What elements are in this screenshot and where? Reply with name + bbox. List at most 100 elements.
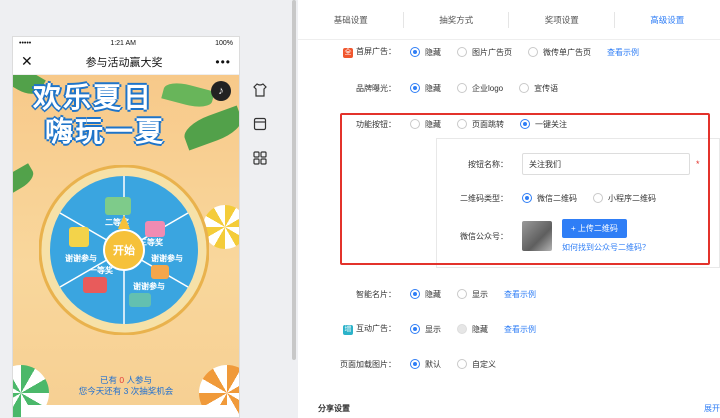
option-label: 隐藏	[425, 83, 441, 93]
brand-exposure-option-hide[interactable]: 隐藏	[410, 83, 441, 94]
smart-card-example-link[interactable]: 查看示例	[504, 289, 536, 300]
first-screen-ad-text: 首屏广告：	[356, 47, 396, 56]
smart-card-option-hide[interactable]: 隐藏	[410, 289, 441, 300]
radio-icon[interactable]	[457, 47, 467, 57]
page-loading-option-custom[interactable]: 自定义	[457, 359, 496, 370]
prize-gift-icon	[69, 227, 89, 247]
radio-icon[interactable]	[457, 289, 467, 299]
interactive-ad-example-link[interactable]: 查看示例	[504, 324, 536, 335]
interactive-ad-text: 互动广告：	[356, 324, 396, 333]
page-loading-image-row: 页面加载图片： 默认 自定义	[298, 354, 720, 374]
brand-exposure-option-logo[interactable]: 企业logo	[457, 83, 503, 94]
grid-icon[interactable]	[250, 148, 270, 168]
participants-count: 0	[119, 375, 125, 385]
tab-prize[interactable]: 奖项设置	[509, 0, 615, 39]
radio-icon[interactable]	[410, 324, 420, 334]
option-label: 隐藏	[425, 289, 441, 299]
preview-side-tools	[250, 80, 272, 182]
brand-exposure-row: 品牌曝光： 隐藏 企业logo 宣传语	[298, 78, 720, 98]
share-settings-title: 分享设置	[318, 404, 350, 413]
option-label: 微传单广告页	[543, 47, 591, 57]
tab-lottery-method[interactable]: 抽奖方式	[404, 0, 510, 39]
highlight-box	[340, 113, 710, 265]
first-screen-ad-label: 全首屏广告：	[298, 46, 410, 58]
participants-line: 已有 0 人参与	[13, 375, 239, 386]
radio-icon[interactable]	[519, 83, 530, 93]
wheel-prize-label: 谢谢参与	[151, 253, 183, 263]
leaf-decoration	[13, 163, 38, 197]
first-screen-ad-example-link[interactable]: 查看示例	[607, 47, 639, 58]
calendar-icon[interactable]	[250, 114, 270, 134]
more-icon[interactable]: •••	[215, 55, 231, 69]
phone-preview: ••••• 1:21 AM 100% ✕ 参与活动赢大奖 ••• 欢乐夏日 嗨玩…	[12, 36, 240, 418]
interactive-ad-option-show[interactable]: 显示	[410, 324, 441, 335]
radio-icon[interactable]	[457, 83, 467, 93]
phone-status-bar: ••••• 1:21 AM 100%	[13, 37, 239, 49]
shirt-icon[interactable]	[250, 80, 270, 100]
brand-exposure-label: 品牌曝光：	[356, 83, 396, 93]
wheel-prize-label: 谢谢参与	[133, 281, 165, 291]
first-screen-ad-option-flyer[interactable]: 微传单广告页	[528, 47, 591, 58]
smart-card-row: 智能名片： 隐藏 显示 查看示例	[298, 284, 720, 304]
option-label: 隐藏	[425, 47, 441, 57]
radio-icon[interactable]	[528, 47, 538, 57]
wheel-prize-label: 一等奖	[89, 265, 114, 275]
participants-prefix: 已有	[99, 375, 117, 385]
activity-poster: 欢乐夏日 嗨玩一夏 ♪ 二等奖 三等奖 谢谢参与 谢谢参与 一等奖 谢谢参与 开…	[13, 75, 239, 417]
preview-scrollbar[interactable]	[292, 0, 296, 360]
wheel-prize-label: 谢谢参与	[65, 253, 97, 263]
radio-icon[interactable]	[410, 359, 420, 369]
participants-suffix: 人参与	[126, 375, 152, 385]
prize-gift-icon	[83, 277, 107, 293]
battery-status: 100%	[215, 39, 233, 47]
option-label: 显示	[425, 324, 441, 334]
option-label: 企业logo	[472, 83, 504, 93]
phone-page-title: 参与活动赢大奖	[85, 56, 163, 69]
page-loading-image-label: 页面加载图片：	[340, 359, 396, 369]
remaining-chances: 您今天还有 3 次抽奖机会	[78, 386, 174, 396]
first-screen-ad-row: 全首屏广告： 隐藏 图片广告页 微传单广告页 查看示例	[298, 42, 720, 62]
first-screen-ad-option-image[interactable]: 图片广告页	[457, 47, 512, 58]
tab-basic[interactable]: 基础设置	[298, 0, 404, 39]
prize-gift-icon	[151, 265, 169, 279]
share-settings-header: 分享设置 展开	[318, 403, 720, 414]
bottom-card	[21, 405, 231, 417]
participation-info: 已有 0 人参与 您今天还有 3 次抽奖机会	[13, 375, 239, 397]
tab-advanced[interactable]: 高级设置	[615, 0, 720, 39]
prize-gift-icon	[145, 221, 165, 237]
interactive-ad-option-hide[interactable]: 隐藏	[457, 324, 488, 335]
close-icon[interactable]: ✕	[21, 53, 33, 70]
prize-gift-icon	[129, 293, 151, 307]
music-icon[interactable]: ♪	[211, 81, 231, 101]
option-label: 自定义	[472, 359, 496, 369]
settings-tabs: 基础设置 抽奖方式 奖项设置 高级设置	[298, 0, 720, 40]
radio-icon[interactable]	[457, 324, 467, 334]
ad-tag-icon: 增	[343, 325, 353, 335]
interactive-ad-label: 增互动广告：	[298, 323, 410, 335]
headline-line1: 欢乐夏日	[33, 82, 154, 113]
radio-icon[interactable]	[457, 359, 467, 369]
lottery-wheel: 二等奖 三等奖 谢谢参与 谢谢参与 一等奖 谢谢参与 开始	[39, 165, 209, 335]
preview-panel: ••••• 1:21 AM 100% ✕ 参与活动赢大奖 ••• 欢乐夏日 嗨玩…	[0, 0, 298, 418]
headline-line2: 嗨玩一夏	[45, 116, 166, 147]
radio-icon[interactable]	[410, 289, 420, 299]
option-label: 默认	[425, 359, 441, 369]
ad-tag-icon: 全	[343, 48, 353, 58]
poster-headline: 欢乐夏日 嗨玩一夏	[33, 81, 205, 149]
radio-icon[interactable]	[410, 47, 420, 57]
status-time: 1:21 AM	[110, 39, 137, 47]
brand-exposure-option-slogan[interactable]: 宣传语	[519, 83, 558, 94]
expand-link[interactable]: 展开	[704, 403, 720, 414]
smart-card-label: 智能名片：	[356, 289, 396, 299]
carrier-dots: •••••	[19, 39, 32, 47]
option-label: 图片广告页	[472, 47, 512, 57]
phone-navbar: ✕ 参与活动赢大奖 •••	[13, 49, 239, 75]
smart-card-option-show[interactable]: 显示	[457, 289, 488, 300]
first-screen-ad-option-hide[interactable]: 隐藏	[410, 47, 441, 58]
page-loading-option-default[interactable]: 默认	[410, 359, 441, 370]
option-label: 显示	[472, 289, 488, 299]
radio-icon[interactable]	[410, 83, 420, 93]
start-button-label[interactable]: 开始	[113, 243, 135, 257]
interactive-ad-row: 增互动广告： 显示 隐藏 查看示例	[298, 319, 720, 339]
prize-gift-icon	[105, 197, 131, 215]
